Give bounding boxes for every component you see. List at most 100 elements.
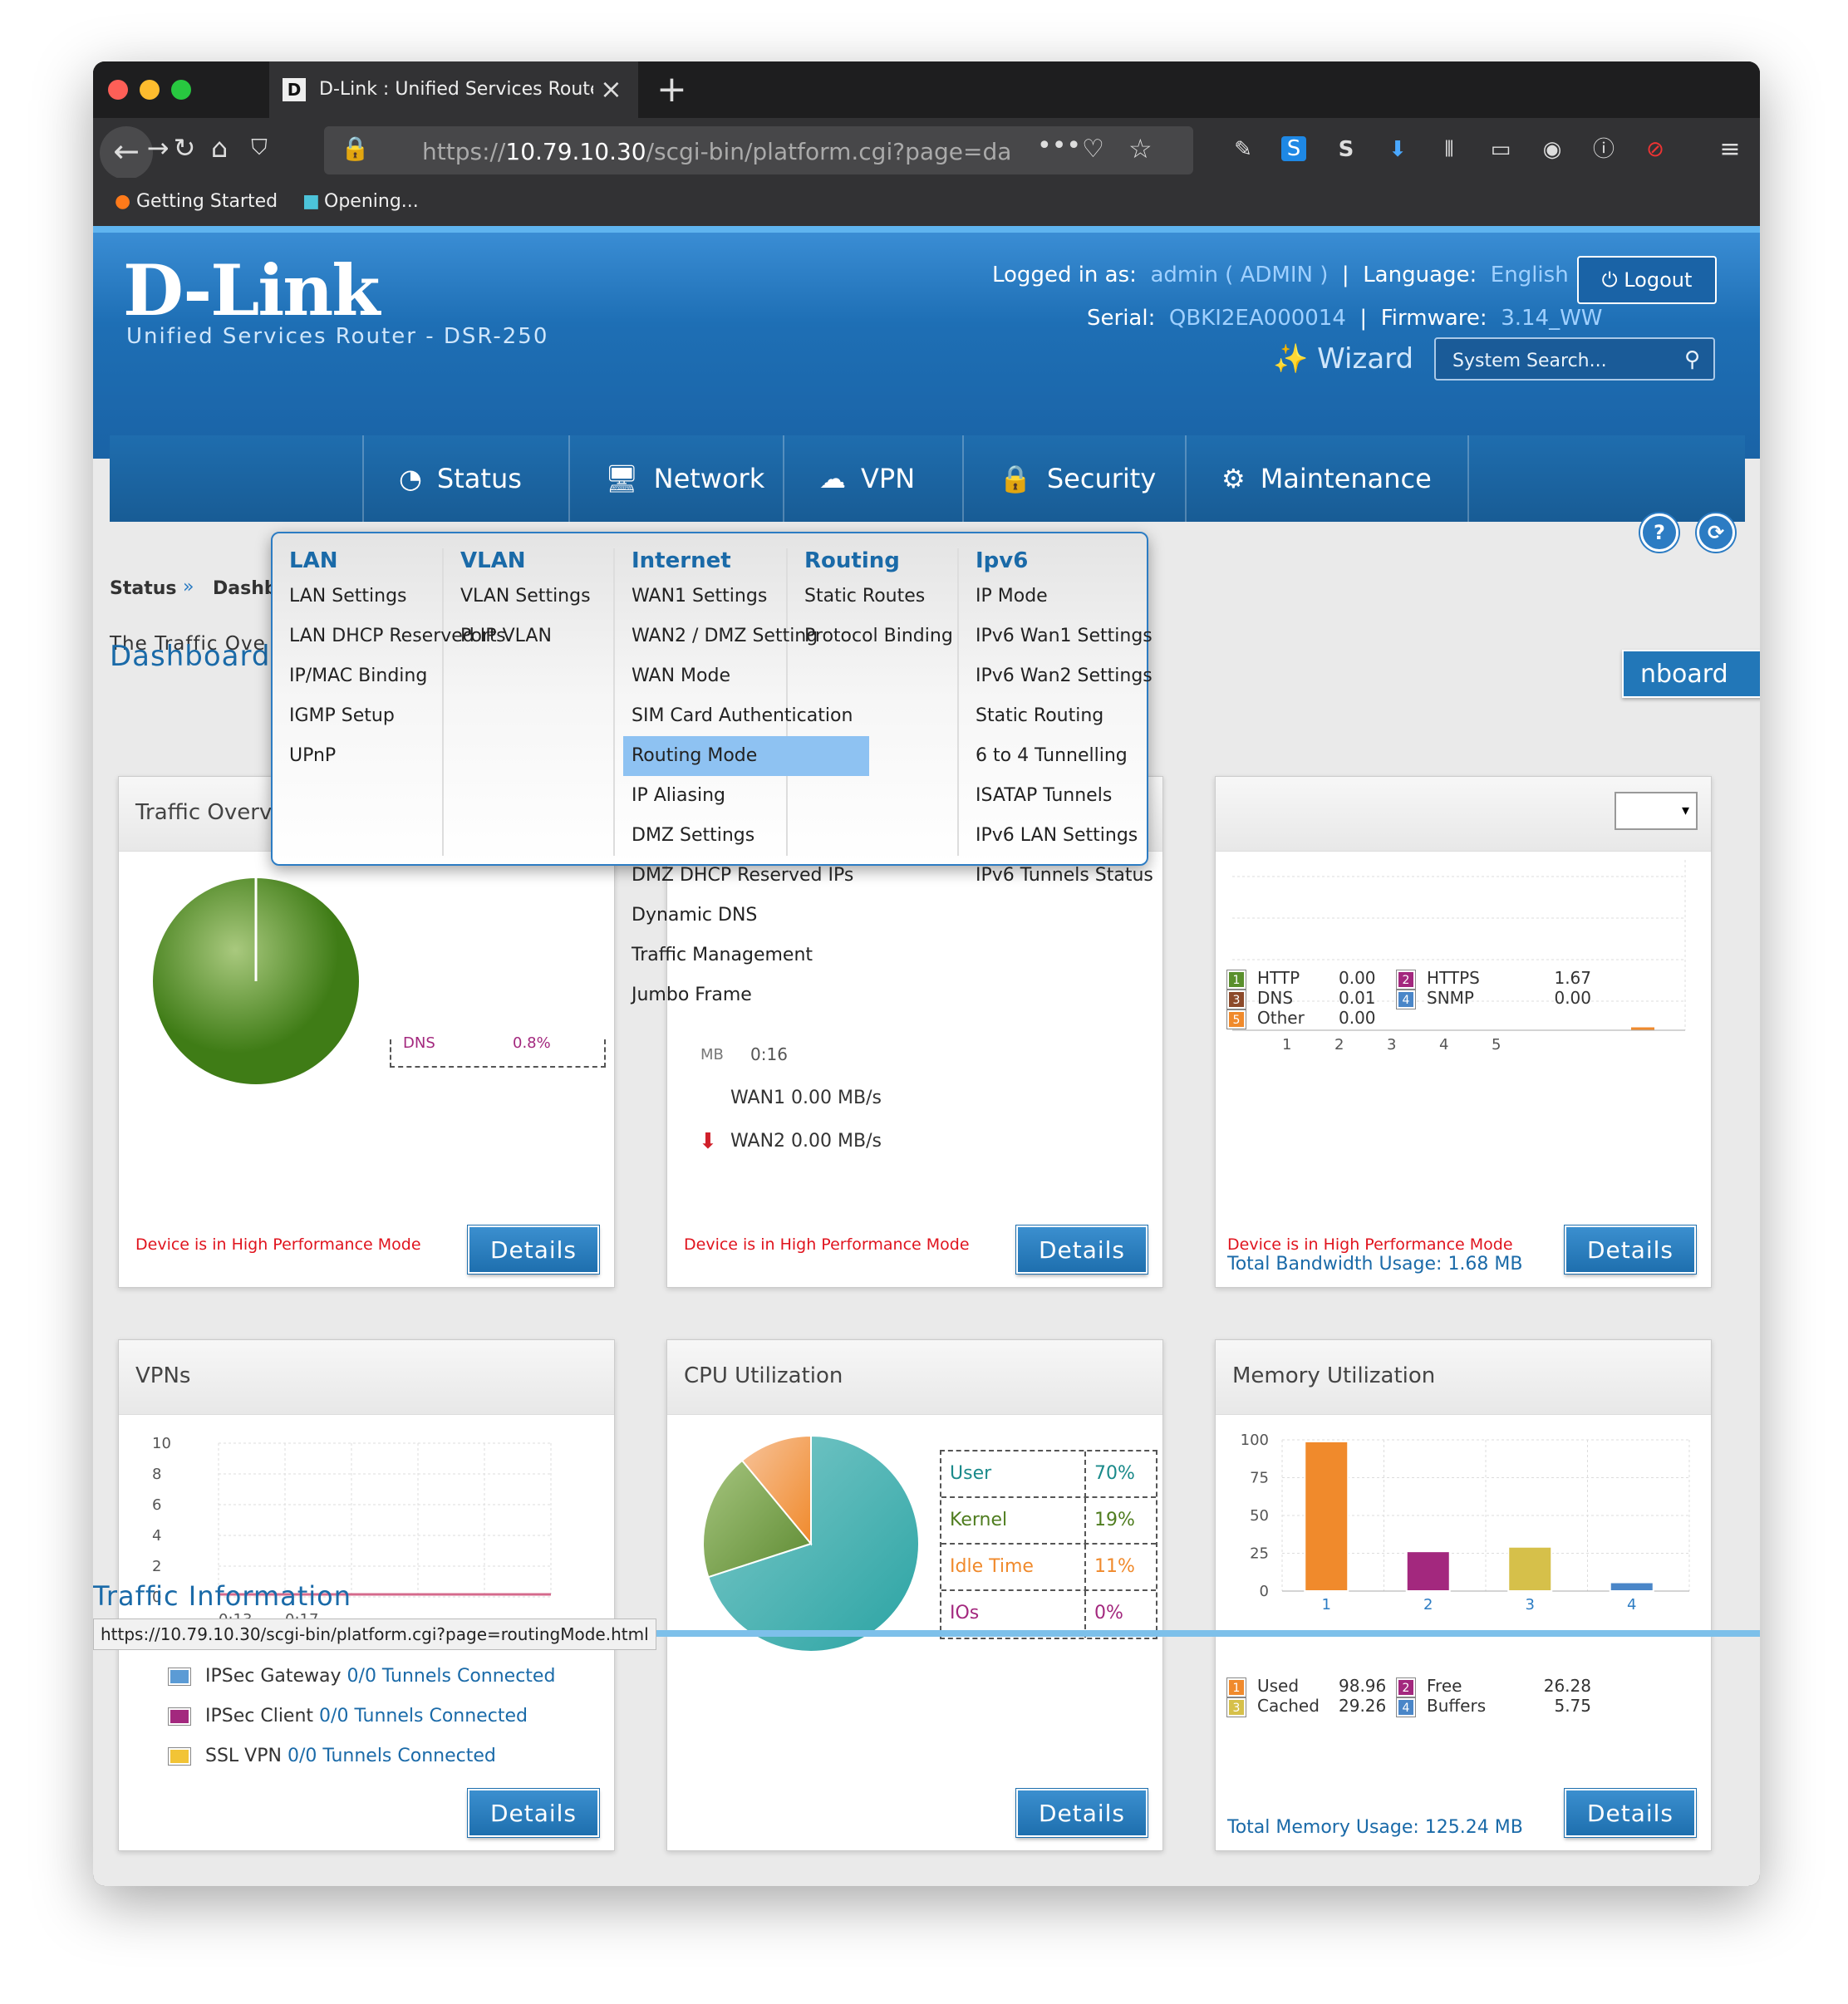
new-tab-button[interactable]: + (656, 68, 687, 111)
dropdown-item-wan1-settings[interactable]: WAN1 Settings (615, 577, 786, 616)
period-select[interactable]: ▾ (1615, 792, 1698, 830)
dropdown-item-wan2-dmz-setting[interactable]: WAN2 / DMZ Setting (615, 616, 818, 656)
dropdown-item-wan-mode[interactable]: WAN Mode (615, 656, 786, 696)
logout-button[interactable]: ⏻ Logout (1577, 256, 1717, 304)
dropdown-item-ipv6-lan-settings[interactable]: IPv6 LAN Settings (959, 816, 1147, 856)
info-icon[interactable]: ⓘ (1589, 135, 1619, 165)
menu-security[interactable]: 🔒 Security (964, 435, 1187, 522)
bookmark-getting-started[interactable]: Getting Started (136, 191, 278, 212)
close-window-button[interactable] (108, 80, 128, 100)
dropdown-item-ip-mode[interactable]: IP Mode (959, 577, 1147, 616)
menu-vpn[interactable]: ☁ VPN (784, 435, 964, 522)
wand-icon: ✨ (1273, 342, 1318, 376)
vpn-tunnel-count[interactable]: 0/0 Tunnels Connected (288, 1746, 496, 1766)
sidebar-icon[interactable]: ▭ (1486, 135, 1516, 165)
search-icon[interactable]: ⚲ (1684, 347, 1700, 372)
page-actions-icon[interactable]: ••• (1037, 131, 1081, 160)
help-icon[interactable]: ? (1640, 513, 1678, 552)
dropdown-item-vlan-settings[interactable]: VLAN Settings (444, 577, 613, 616)
dropdown-item-ip-aliasing[interactable]: IP Aliasing (615, 776, 786, 816)
bandwidth-details-button[interactable]: Details (1565, 1225, 1696, 1274)
dropdown-item-upnp[interactable]: UPnP (273, 736, 442, 776)
system-search-input[interactable]: System Search... ⚲ (1434, 337, 1715, 381)
address-bar[interactable]: 🔒 https://10.79.10.30/scgi-bin/platform.… (324, 126, 1193, 174)
legend-label: HTTP (1257, 968, 1300, 988)
dropdown-heading[interactable]: VLAN (460, 548, 613, 573)
minimize-window-button[interactable] (140, 80, 160, 100)
dropdown-item-lan-settings[interactable]: LAN Settings (273, 577, 442, 616)
blocker-icon[interactable]: ⊘ (1640, 135, 1670, 165)
cpu-details-button[interactable]: Details (1016, 1789, 1148, 1837)
lock-warning-icon[interactable]: 🔒 (341, 135, 370, 162)
breadcrumb-status[interactable]: Status (110, 578, 176, 599)
gears-icon: ⚙ (1221, 463, 1246, 494)
wan-details-button[interactable]: Details (1016, 1225, 1148, 1274)
dropdown-item-port-vlan[interactable]: Port VLAN (444, 616, 613, 656)
cpu-legend-row: User 70% (941, 1451, 1156, 1498)
legend-label: SNMP (1427, 988, 1474, 1008)
refresh-icon[interactable]: ⟳ (1697, 513, 1735, 552)
legend-value: 29.26 (1339, 1696, 1387, 1716)
dropdown-heading[interactable]: Ipv6 (976, 548, 1147, 573)
dropdown-item-ipv6-wan2-settings[interactable]: IPv6 Wan2 Settings (959, 656, 1153, 696)
pocket-icon[interactable]: ♡ (1082, 135, 1104, 164)
bookmark-star-icon[interactable]: ☆ (1128, 133, 1153, 165)
dropdown-item-dmz-settings[interactable]: DMZ Settings (615, 816, 786, 856)
menu-status[interactable]: ◔ Status (364, 435, 570, 522)
dropdown-item-traffic-management[interactable]: Traffic Management (615, 936, 813, 975)
account-icon[interactable]: ◉ (1537, 135, 1567, 165)
skype-extension-icon[interactable]: S (1281, 136, 1306, 161)
shazam-extension-icon[interactable]: S (1331, 135, 1361, 165)
dashboard-button[interactable]: nboard (1622, 650, 1760, 698)
vpn-type-label: IPSec Gateway (205, 1666, 342, 1687)
browser-tab[interactable]: D D-Link : Unified Services Router × (269, 61, 638, 118)
close-tab-icon[interactable]: × (600, 73, 622, 105)
bandwidth-x-tick: 1 (1282, 1036, 1291, 1051)
memory-panel: Memory Utilization 100 75 50 25 0 1 2 3 4 1 Used 9… (1215, 1339, 1712, 1851)
home-button[interactable]: ⌂ (198, 126, 241, 169)
menu-hamburger-icon[interactable]: ≡ (1715, 135, 1745, 165)
dropdown-item-ipv6-tunnels-status[interactable]: IPv6 Tunnels Status (959, 856, 1153, 896)
memory-details-button[interactable]: Details (1565, 1789, 1696, 1837)
dropdown-item-jumbo-frame[interactable]: Jumbo Frame (615, 975, 786, 1015)
dropdown-item-protocol-binding[interactable]: Protocol Binding (788, 616, 957, 656)
router-model: Unified Services Router - DSR-250 (126, 324, 549, 349)
cpu-row-value: 19% (1094, 1510, 1135, 1530)
vpn-tunnel-count[interactable]: 0/0 Tunnels Connected (319, 1706, 528, 1726)
bandwidth-legend-other: 5 Other 0.00 (1227, 1008, 1376, 1029)
dropdown-item-dynamic-dns[interactable]: Dynamic DNS (615, 896, 786, 936)
vpn-details-button[interactable]: Details (468, 1789, 599, 1837)
dropdown-item-igmp-setup[interactable]: IGMP Setup (273, 696, 442, 736)
dropdown-item-static-routing[interactable]: Static Routing (959, 696, 1147, 736)
cpu-row-value: 0% (1094, 1603, 1123, 1623)
dropdown-heading[interactable]: Routing (804, 548, 957, 573)
tracking-protection-icon[interactable]: ⛉ (238, 126, 281, 169)
wizard-link[interactable]: ✨ Wizard (1273, 342, 1413, 376)
dropdown-item-static-routes[interactable]: Static Routes (788, 577, 957, 616)
vpn-tunnel-count[interactable]: 0/0 Tunnels Connected (347, 1666, 556, 1687)
dropdown-heading[interactable]: LAN (289, 548, 442, 573)
library-icon[interactable]: ⫴ (1434, 135, 1464, 165)
dropdown-item-lan-dhcp-reserved-ips[interactable]: LAN DHCP Reserved IPs (273, 616, 506, 656)
traffic-details-button[interactable]: Details (468, 1225, 599, 1274)
dropdown-item-dmz-dhcp-reserved-ips[interactable]: DMZ DHCP Reserved IPs (615, 856, 853, 896)
dropdown-item-sim-card-authentication[interactable]: SIM Card Authentication (615, 696, 853, 736)
bandwidth-panel: ▾ 1 2 3 4 5 1 HTTP 0.00 2 HTTPS 1.67 3 DNS 0.01 4 SNMP… (1215, 776, 1712, 1288)
router-header: D-Link Unified Services Router - DSR-250… (93, 226, 1760, 522)
downloads-icon[interactable]: ⬇ (1383, 135, 1413, 165)
cpu-legend-row: Kernel 19% (941, 1498, 1156, 1545)
bookmark-opening[interactable]: Opening... (324, 191, 419, 212)
url-text[interactable]: https://10.79.10.30/scgi-bin/platform.cg… (422, 138, 1012, 165)
menu-maintenance[interactable]: ⚙ Maintenance (1187, 435, 1469, 522)
panel-title: CPU Utilization (667, 1340, 1162, 1415)
dropdown-item-isatap-tunnels[interactable]: ISATAP Tunnels (959, 776, 1147, 816)
dropdown-heading[interactable]: Internet (632, 548, 786, 573)
maximize-window-button[interactable] (171, 80, 191, 100)
menu-network[interactable]: 🖥 Network (570, 435, 784, 522)
dropdown-item-6-to-4-tunnelling[interactable]: 6 to 4 Tunnelling (959, 736, 1147, 776)
dropdown-item-ipv6-wan1-settings[interactable]: IPv6 Wan1 Settings (959, 616, 1153, 656)
panel-title: Memory Utilization (1216, 1340, 1711, 1415)
dropdown-item-ip-mac-binding[interactable]: IP/MAC Binding (273, 656, 442, 696)
breadcrumb-separator: » (183, 577, 194, 597)
extension-icon[interactable]: ✎ (1228, 135, 1258, 165)
